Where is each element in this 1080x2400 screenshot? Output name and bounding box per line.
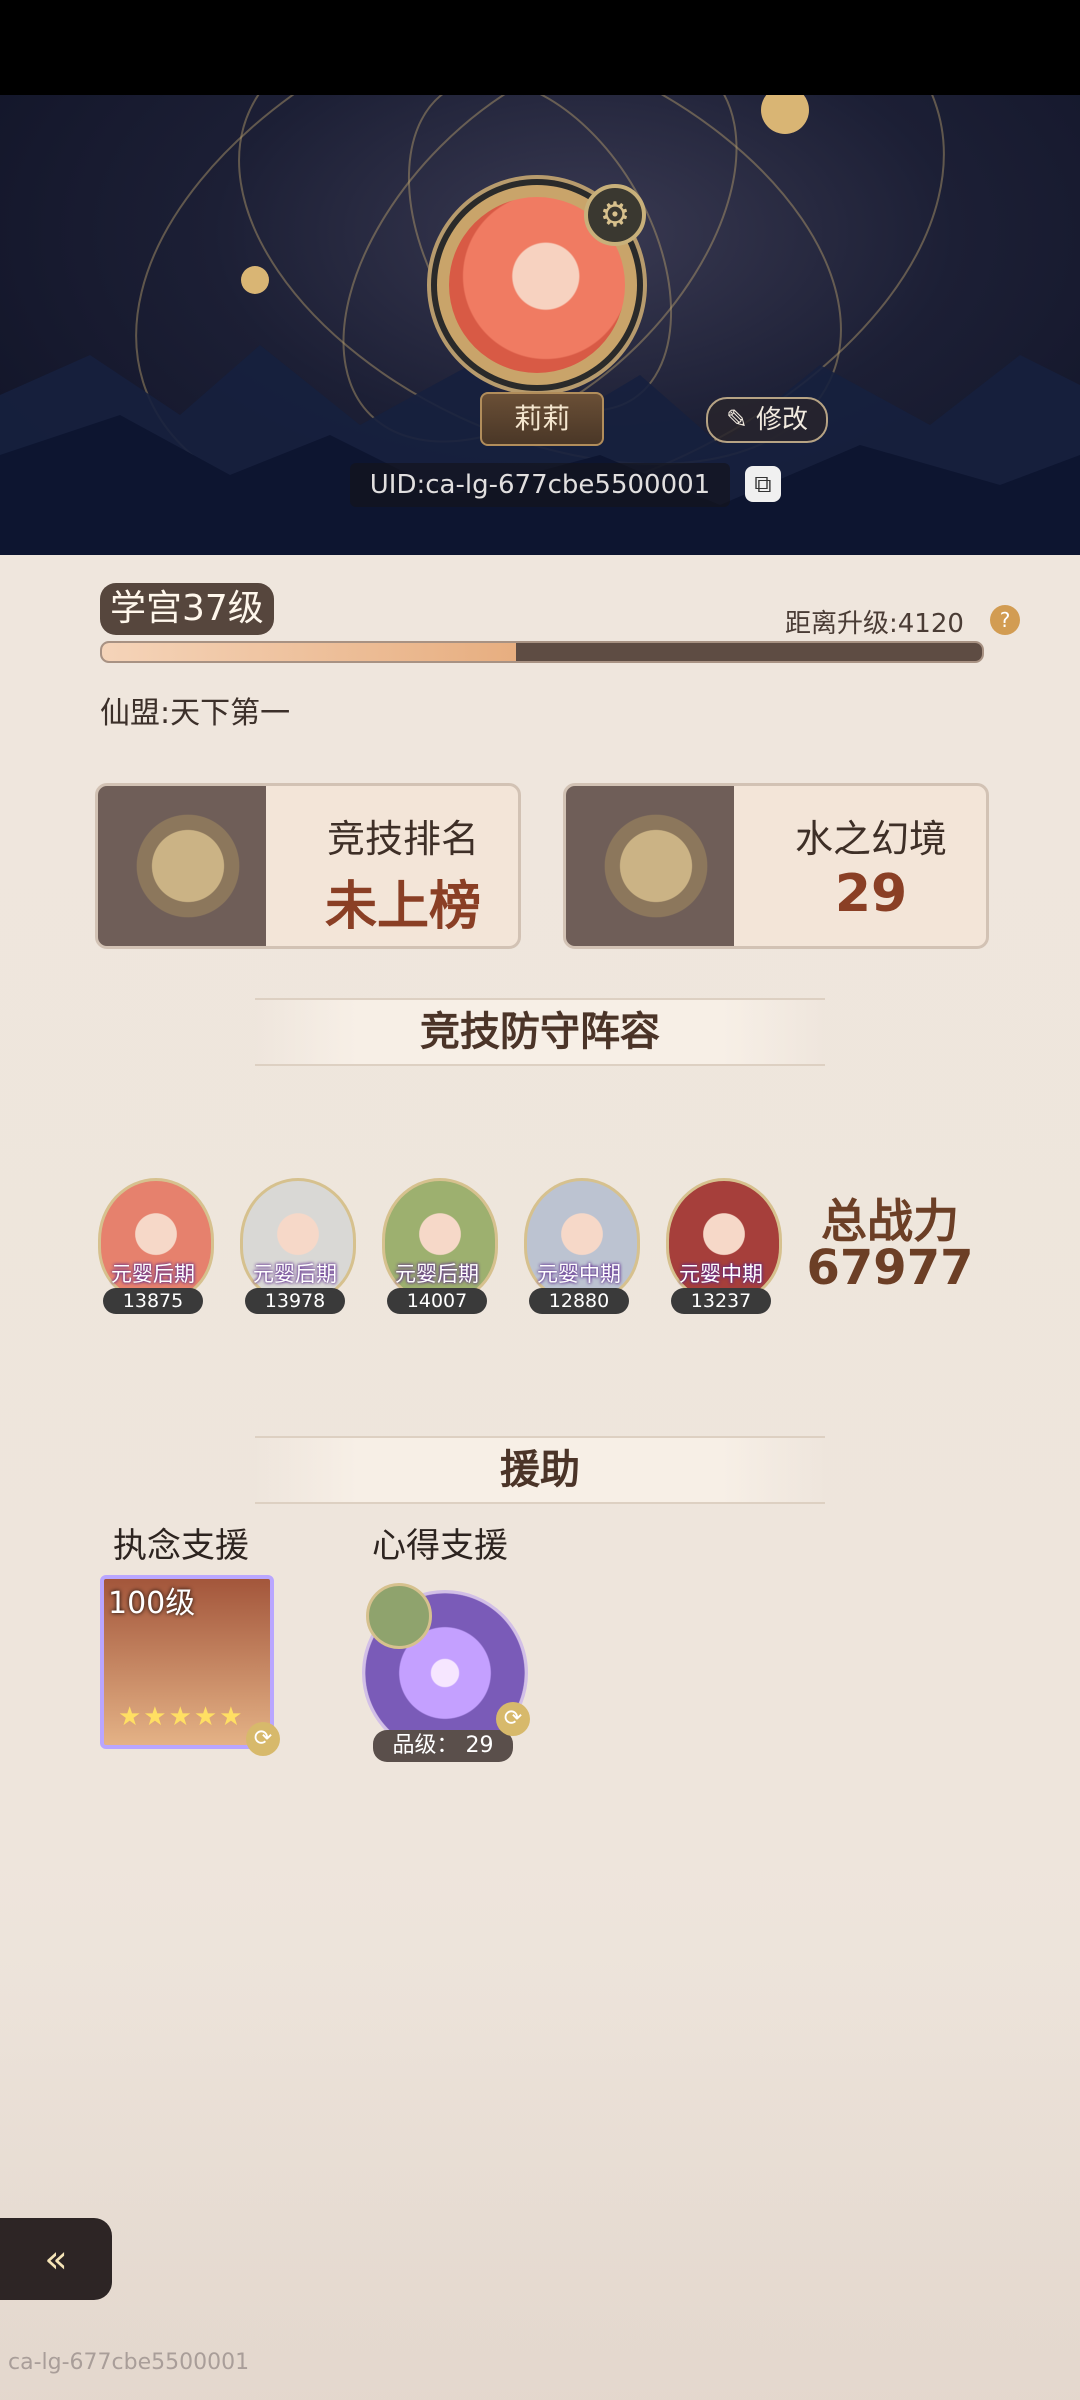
card-value: 29 bbox=[834, 864, 908, 924]
hero-power: 12880 bbox=[529, 1288, 629, 1314]
support-level: 100级 bbox=[108, 1586, 196, 1621]
exp-progress-bar bbox=[100, 641, 984, 663]
swap-icon[interactable]: ⟳ bbox=[246, 1722, 280, 1756]
hero-stage: 元婴后期 bbox=[395, 1262, 479, 1286]
hero-power: 13875 bbox=[103, 1288, 203, 1314]
insight-support-label: 心得支援 bbox=[372, 1526, 508, 1566]
assist-title: 援助 bbox=[255, 1436, 825, 1504]
hero-power: 14007 bbox=[387, 1288, 487, 1314]
card-value: 未上榜 bbox=[324, 877, 481, 937]
player-name: 莉莉 bbox=[480, 392, 604, 446]
hero-stage: 元婴中期 bbox=[679, 1262, 763, 1286]
decorative-landscape bbox=[0, 1950, 1080, 2400]
edit-label: 修改 bbox=[756, 405, 809, 435]
uid-text: UID:ca-lg-677cbe5500001 bbox=[350, 463, 730, 507]
card-title: 水之幻境 bbox=[794, 817, 947, 861]
avatar bbox=[366, 1583, 432, 1649]
defense-hero[interactable]: 元婴后期 14007 bbox=[382, 1178, 498, 1316]
water-illusion-card[interactable]: 水之幻境 29 bbox=[563, 783, 989, 949]
grade-label: 品级： 29 bbox=[373, 1730, 513, 1762]
defense-hero[interactable]: 元婴中期 13237 bbox=[666, 1178, 782, 1316]
arena-rank-card[interactable]: 竞技排名 未上榜 bbox=[95, 783, 521, 949]
copy-icon[interactable]: ⧉ bbox=[745, 466, 781, 502]
hero-stage: 元婴后期 bbox=[253, 1262, 337, 1286]
defense-hero[interactable]: 元婴中期 12880 bbox=[524, 1178, 640, 1316]
total-power-value: 67977 bbox=[806, 1240, 974, 1296]
pencil-icon: ✎ bbox=[725, 405, 748, 435]
guild-label: 仙盟:天下第一 bbox=[100, 696, 291, 731]
exp-progress-fill bbox=[102, 643, 516, 661]
swap-icon[interactable]: ⟳ bbox=[496, 1702, 530, 1736]
arena-emblem-icon bbox=[128, 806, 248, 926]
defense-lineup-title: 竞技防守阵容 bbox=[255, 998, 825, 1066]
watermark-text: ca-lg-677cbe5500001 bbox=[8, 2350, 250, 2375]
hero-power: 13237 bbox=[671, 1288, 771, 1314]
level-distance-text: 距离升级:4120 bbox=[785, 609, 964, 639]
gear-icon[interactable]: ⚙ bbox=[584, 184, 646, 246]
hero-stage: 元婴后期 bbox=[111, 1262, 195, 1286]
defense-hero[interactable]: 元婴后期 13978 bbox=[240, 1178, 356, 1316]
back-arrow-icon[interactable]: « bbox=[0, 2218, 112, 2300]
edit-name-button[interactable]: ✎ 修改 bbox=[706, 397, 828, 443]
obsession-support-label: 执念支援 bbox=[113, 1526, 249, 1566]
hero-stage: 元婴中期 bbox=[537, 1262, 621, 1286]
star-rating: ★★★★★ bbox=[118, 1702, 245, 1732]
defense-hero[interactable]: 元婴后期 13875 bbox=[98, 1178, 214, 1316]
card-title: 竞技排名 bbox=[326, 817, 479, 861]
illusion-emblem-icon bbox=[596, 806, 716, 926]
question-icon[interactable]: ? bbox=[990, 605, 1020, 635]
status-bar bbox=[0, 0, 1080, 95]
academy-level-badge: 学宫37级 bbox=[100, 583, 274, 635]
hero-power: 13978 bbox=[245, 1288, 345, 1314]
